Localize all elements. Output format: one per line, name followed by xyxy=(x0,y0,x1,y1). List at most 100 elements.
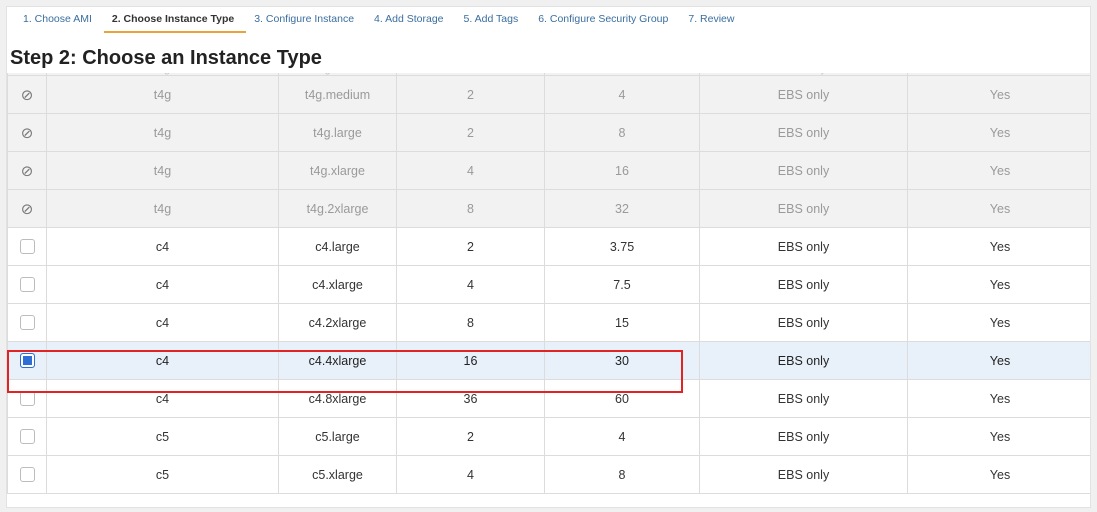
cell-ebs-optimized: Yes xyxy=(907,379,1090,418)
tab-configure-instance[interactable]: 3. Configure Instance xyxy=(246,7,366,33)
cell-memory: 7.5 xyxy=(544,265,700,304)
cell-family: t4g xyxy=(46,151,279,190)
cell-vcpus: 16 xyxy=(396,341,545,380)
cell-memory: 16 xyxy=(544,151,700,190)
row-select-cell[interactable] xyxy=(7,227,47,266)
ban-icon: ⊘ xyxy=(20,200,34,218)
cell-vcpus: 2 xyxy=(396,75,545,114)
cell-type: c4.xlarge xyxy=(278,265,397,304)
checkbox-icon[interactable] xyxy=(19,315,35,331)
cell-storage: EBS only xyxy=(699,303,908,342)
wizard-nav: 1. Choose AMI 2. Choose Instance Type 3.… xyxy=(7,7,1090,34)
table-row[interactable]: c5 c5.xlarge 4 8 EBS only Yes xyxy=(7,455,1090,494)
checkbox-icon[interactable] xyxy=(19,467,35,483)
cell-type: c5.large xyxy=(278,417,397,456)
cell-storage: EBS only xyxy=(699,113,908,152)
row-select-cell: ⊘ xyxy=(7,151,47,190)
row-select-cell: ⊘ xyxy=(7,189,47,228)
cell-ebs-optimized: Yes xyxy=(907,151,1090,190)
table-row: ⊘ t4g t4g.2xlarge 8 32 EBS only Yes xyxy=(7,189,1090,228)
cell-type: c4.large xyxy=(278,227,397,266)
cell-vcpus: 4 xyxy=(396,265,545,304)
tab-choose-instance-type[interactable]: 2. Choose Instance Type xyxy=(103,7,247,33)
cell-family: t4g xyxy=(46,189,279,228)
tab-add-storage[interactable]: 4. Add Storage xyxy=(366,7,455,33)
cell-family: c4 xyxy=(46,265,279,304)
table-row[interactable]: c4 c4.4xlarge 16 30 EBS only Yes xyxy=(7,341,1090,380)
row-select-cell[interactable] xyxy=(7,265,47,304)
cell-storage: EBS only xyxy=(699,151,908,190)
cell-ebs-optimized: Yes xyxy=(907,417,1090,456)
cell-memory: 8 xyxy=(544,455,700,494)
cell-vcpus: 4 xyxy=(396,455,545,494)
tab-add-tags[interactable]: 5. Add Tags xyxy=(456,7,531,33)
checkbox-icon[interactable] xyxy=(19,391,35,407)
cell-storage: EBS only xyxy=(699,417,908,456)
cell-type: t4g.2xlarge xyxy=(278,189,397,228)
cell-vcpus: 36 xyxy=(396,379,545,418)
cell-memory: 30 xyxy=(544,341,700,380)
cell-memory: 32 xyxy=(544,189,700,228)
cell-ebs-optimized: Yes xyxy=(907,75,1090,114)
main-panel: 1. Choose AMI 2. Choose Instance Type 3.… xyxy=(6,6,1091,508)
cell-ebs-optimized: Yes xyxy=(907,303,1090,342)
cell-storage: EBS only xyxy=(699,189,908,228)
cell-vcpus: 2 xyxy=(396,417,545,456)
cell-type: c4.2xlarge xyxy=(278,303,397,342)
cell-vcpus: 4 xyxy=(396,151,545,190)
ban-icon: ⊘ xyxy=(20,86,34,104)
checkbox-checked-icon[interactable] xyxy=(19,353,35,369)
checkbox-icon[interactable] xyxy=(19,429,35,445)
cell-ebs-optimized: Yes xyxy=(907,265,1090,304)
cell-storage: EBS only xyxy=(699,455,908,494)
table-row[interactable]: c4 c4.2xlarge 8 15 EBS only Yes xyxy=(7,303,1090,342)
row-select-cell: ⊘ xyxy=(7,113,47,152)
table-row: ⊘ t4g t4g.xlarge 4 16 EBS only Yes xyxy=(7,151,1090,190)
ban-icon: ⊘ xyxy=(20,162,34,180)
cell-vcpus: 8 xyxy=(396,189,545,228)
table-row[interactable]: c4 c4.large 2 3.75 EBS only Yes xyxy=(7,227,1090,266)
cell-family: c4 xyxy=(46,303,279,342)
cell-storage: EBS only xyxy=(699,75,908,114)
cell-family: c5 xyxy=(46,417,279,456)
cell-type: t4g.large xyxy=(278,113,397,152)
tab-configure-security-group[interactable]: 6. Configure Security Group xyxy=(530,7,680,33)
cell-type: t4g.medium xyxy=(278,75,397,114)
row-select-cell[interactable] xyxy=(7,379,47,418)
tab-choose-ami[interactable]: 1. Choose AMI xyxy=(15,7,104,33)
cell-storage: EBS only xyxy=(699,265,908,304)
cell-storage: EBS only xyxy=(699,341,908,380)
cell-memory: 15 xyxy=(544,303,700,342)
cell-type: c4.8xlarge xyxy=(278,379,397,418)
instance-type-table: t4gt4g.small22EBS onlyYes⊘t4gt4g.medium2… xyxy=(7,53,1090,494)
cell-family: t4g xyxy=(46,113,279,152)
checkbox-icon[interactable] xyxy=(19,239,35,255)
row-select-cell[interactable] xyxy=(7,455,47,494)
cell-family: c4 xyxy=(46,379,279,418)
table-row: ⊘ t4g t4g.medium 2 4 EBS only Yes xyxy=(7,75,1090,114)
cell-vcpus: 2 xyxy=(396,227,545,266)
cell-memory: 60 xyxy=(544,379,700,418)
page-title: Step 2: Choose an Instance Type xyxy=(7,45,325,71)
row-select-cell[interactable] xyxy=(7,303,47,342)
table-row: ⊘ t4g t4g.large 2 8 EBS only Yes xyxy=(7,113,1090,152)
cell-memory: 8 xyxy=(544,113,700,152)
cell-vcpus: 8 xyxy=(396,303,545,342)
row-select-cell: ⊘ xyxy=(7,75,47,114)
cell-memory: 4 xyxy=(544,417,700,456)
row-select-cell[interactable] xyxy=(7,417,47,456)
cell-family: c5 xyxy=(46,455,279,494)
checkbox-icon[interactable] xyxy=(19,277,35,293)
cell-memory: 3.75 xyxy=(544,227,700,266)
row-select-cell[interactable] xyxy=(7,341,47,380)
cell-memory: 4 xyxy=(544,75,700,114)
table-row[interactable]: c5 c5.large 2 4 EBS only Yes xyxy=(7,417,1090,456)
cell-storage: EBS only xyxy=(699,379,908,418)
table-row[interactable]: c4 c4.8xlarge 36 60 EBS only Yes xyxy=(7,379,1090,418)
cell-storage: EBS only xyxy=(699,227,908,266)
table-row[interactable]: c4 c4.xlarge 4 7.5 EBS only Yes xyxy=(7,265,1090,304)
cell-vcpus: 2 xyxy=(396,113,545,152)
tab-review[interactable]: 7. Review xyxy=(680,7,746,33)
cell-ebs-optimized: Yes xyxy=(907,341,1090,380)
cell-ebs-optimized: Yes xyxy=(907,227,1090,266)
